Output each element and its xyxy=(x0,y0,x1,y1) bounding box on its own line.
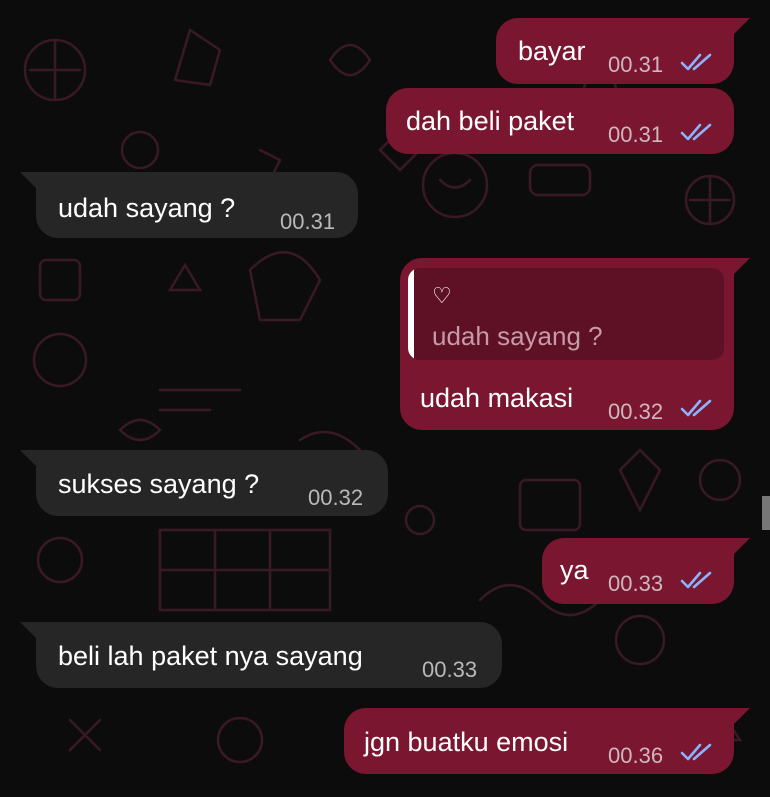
message-text: ya xyxy=(560,555,589,585)
message-time: 00.31 xyxy=(608,122,664,147)
bubble-tail xyxy=(732,258,750,276)
read-double-check-icon xyxy=(680,123,712,141)
bubble-tail xyxy=(732,538,750,556)
outgoing-message[interactable]: ya 00.33 xyxy=(542,538,750,604)
message-time: 00.31 xyxy=(280,209,336,234)
message-time: 00.31 xyxy=(608,52,664,77)
outgoing-message[interactable]: jgn buatku emosi 00.36 xyxy=(344,708,750,774)
incoming-message[interactable]: sukses sayang ? 00.32 xyxy=(20,450,388,516)
message-text: jgn buatku emosi xyxy=(364,727,569,757)
incoming-message[interactable]: udah sayang ? 00.31 xyxy=(20,172,358,238)
message-time: 00.32 xyxy=(608,399,664,424)
incoming-message[interactable]: beli lah paket nya sayang 00.33 xyxy=(20,622,502,688)
message-time: 00.32 xyxy=(308,485,364,510)
message-text: udah makasi xyxy=(420,383,574,413)
outgoing-reply-message[interactable]: ♡ udah sayang ? udah makasi 00.32 xyxy=(400,258,750,430)
quoted-text: udah sayang ? xyxy=(432,321,603,351)
quoted-author: ♡ xyxy=(432,283,452,308)
read-double-check-icon xyxy=(680,399,712,417)
message-text: udah sayang ? xyxy=(58,193,236,223)
message-time: 00.33 xyxy=(608,571,664,596)
read-double-check-icon xyxy=(680,571,712,589)
message-text: bayar xyxy=(518,36,586,66)
read-double-check-icon xyxy=(680,53,712,71)
bubble-tail xyxy=(732,18,750,36)
message-text: sukses sayang ? xyxy=(58,469,260,499)
message-text: dah beli paket xyxy=(406,106,575,136)
scrollbar-thumb[interactable] xyxy=(762,496,770,530)
outgoing-message[interactable]: bayar 00.31 xyxy=(496,18,750,84)
bubble-tail xyxy=(20,172,38,190)
bubble-tail xyxy=(20,622,38,640)
message-text: beli lah paket nya sayang xyxy=(58,641,363,671)
bubble-tail xyxy=(732,708,750,726)
quote-bar xyxy=(408,268,414,360)
outgoing-message[interactable]: dah beli paket 00.31 xyxy=(386,88,734,154)
message-time: 00.33 xyxy=(422,657,478,682)
read-double-check-icon xyxy=(680,743,712,761)
message-time: 00.36 xyxy=(608,743,664,768)
quoted-message[interactable]: ♡ udah sayang ? xyxy=(408,268,724,360)
bubble-tail xyxy=(20,450,38,468)
